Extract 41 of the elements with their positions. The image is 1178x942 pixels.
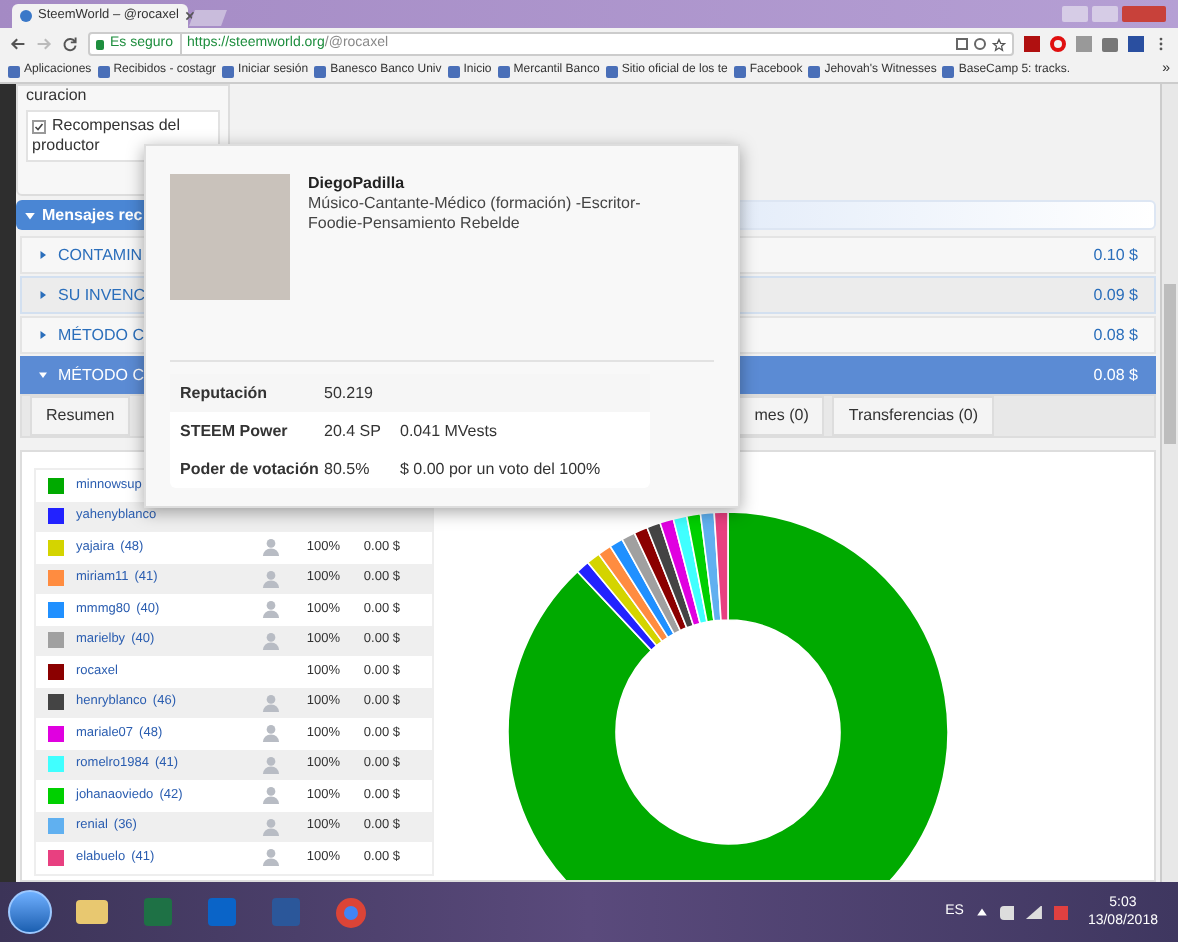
start-icon[interactable]: [8, 890, 52, 934]
stat-extra: $ 0.00 por un voto del 100%: [400, 457, 601, 481]
detail-tab[interactable]: mes (0): [738, 396, 825, 436]
checkbox-label: Recompensas del: [52, 116, 181, 136]
stat-value: 50.219: [324, 381, 375, 405]
setting-label: curacion: [26, 86, 89, 106]
profile-bio: Músico-Cantante-Médico (formación) -Escritor-Foodie-Pensamiento Rebelde: [308, 194, 643, 234]
caret-icon[interactable]: [38, 330, 48, 340]
stat-value: 80.5%: [324, 457, 372, 481]
message-amount: 0.08 $: [1093, 323, 1138, 347]
photo-placeholder: [170, 174, 290, 300]
stat-label: STEEM Power: [180, 419, 290, 443]
close-icon[interactable]: [184, 10, 197, 22]
caret-icon[interactable]: [38, 290, 48, 300]
checkbox-label: productor: [32, 136, 102, 156]
message-title: SU INVENC: [58, 283, 146, 307]
checkbox[interactable]: [32, 119, 46, 133]
message-title: MÉTODO C: [58, 323, 144, 347]
message-amount: 0.08 $: [1093, 363, 1138, 387]
message-title: MÉTODO C: [58, 363, 144, 387]
message-amount: 0.09 $: [1093, 283, 1138, 307]
stat-label: Reputación: [180, 381, 270, 405]
back-icon[interactable]: [10, 36, 26, 52]
scrollbar[interactable]: [1160, 84, 1178, 882]
stat-label: Poder de votación: [180, 457, 321, 481]
lock-icon: [96, 39, 104, 49]
menu-icon[interactable]: [1154, 36, 1168, 52]
message-title: CONTAMIN: [58, 243, 143, 267]
site-icon[interactable]: [20, 10, 32, 22]
profile-name: DiegoPadilla: [308, 174, 407, 194]
stat-value: 20.4 SP: [324, 419, 383, 443]
detail-tab[interactable]: Resumen: [30, 396, 131, 436]
caret-icon[interactable]: [975, 906, 988, 918]
caret-icon[interactable]: [38, 250, 48, 260]
reload-icon[interactable]: [62, 36, 78, 52]
browser-icon[interactable]: [336, 897, 366, 927]
stat-extra: 0.041 MVests: [400, 419, 497, 443]
new-tab-icon[interactable]: [189, 10, 227, 26]
star-icon[interactable]: [992, 37, 1006, 51]
message-amount: 0.10 $: [1093, 243, 1138, 267]
detail-tab[interactable]: Transferencias (0): [832, 396, 994, 436]
